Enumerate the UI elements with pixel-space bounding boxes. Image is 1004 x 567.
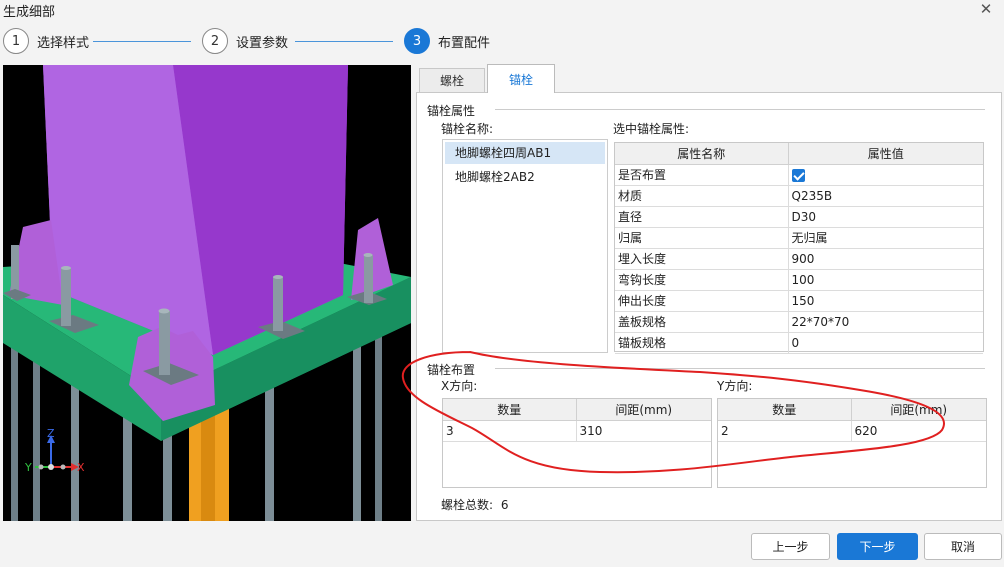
- list-item[interactable]: 地脚螺栓2AB2: [445, 166, 605, 188]
- next-step-button[interactable]: 下一步: [837, 533, 918, 560]
- group-divider: [495, 368, 985, 369]
- step-1: 1 选择样式: [3, 28, 89, 54]
- model-render: Z X Y: [3, 65, 411, 521]
- step-indicator: 1 选择样式 2 设置参数 3 布置配件: [0, 28, 1004, 58]
- anchor-rod: [375, 320, 382, 521]
- bolt-total-label: 螺栓总数:: [441, 498, 494, 512]
- x-direction-label: X方向:: [441, 379, 478, 393]
- property-value[interactable]: 22*70*70: [788, 311, 983, 333]
- property-value[interactable]: 无归属: [788, 227, 983, 249]
- property-name: 是否布置: [615, 164, 789, 186]
- anchor-name-list[interactable]: 地脚螺栓四周AB1 地脚螺栓2AB2: [442, 139, 608, 353]
- bolt-total-value: 6: [500, 498, 509, 512]
- property-value[interactable]: 900: [788, 248, 983, 270]
- property-name: 伸出长度: [615, 290, 789, 312]
- tab-anchor-bolt[interactable]: 锚栓: [487, 64, 555, 93]
- property-value[interactable]: D30: [788, 206, 983, 228]
- 3d-viewport[interactable]: Z X Y: [3, 65, 411, 521]
- step-connector: [295, 41, 393, 42]
- property-name: 弯钩长度: [615, 269, 789, 291]
- list-item[interactable]: 地脚螺栓四周AB1: [445, 142, 605, 164]
- cancel-button[interactable]: 取消: [924, 533, 1002, 560]
- y-spacing-cell[interactable]: 620: [851, 420, 986, 442]
- table-row: 盖板规格 22*70*70: [615, 311, 983, 333]
- title-bar: 生成细部 ✕: [0, 0, 1004, 24]
- y-direction-label: Y方向:: [717, 379, 753, 393]
- property-name: 埋入长度: [615, 248, 789, 270]
- table-row: 是否布置: [615, 164, 983, 186]
- bolt-total: 螺栓总数: 6: [441, 496, 509, 513]
- x-direction-grid: 数量 间距(mm) 3 310: [442, 398, 712, 488]
- anchor-rod: [353, 330, 361, 521]
- selected-props-label: 选中锚栓属性:: [613, 122, 690, 136]
- column-header: 属性值: [788, 143, 983, 165]
- property-value[interactable]: 150: [788, 290, 983, 312]
- table-row: 弯钩长度 100: [615, 269, 983, 291]
- table-row: 2 620: [718, 420, 986, 442]
- axis-x-label: X: [77, 461, 85, 474]
- property-name: 锚板规格: [615, 332, 789, 354]
- table-row: 材质 Q235B: [615, 185, 983, 207]
- column-header: 数量: [443, 399, 577, 421]
- step-2-label: 设置参数: [236, 35, 289, 51]
- axis-z-label: Z: [47, 427, 55, 440]
- window-title: 生成细部: [3, 5, 56, 20]
- step-3-number: 3: [404, 28, 430, 54]
- tab-bolt[interactable]: 螺栓: [419, 68, 485, 92]
- table-row: 3 310: [443, 420, 711, 442]
- property-name: 材质: [615, 185, 789, 207]
- step-2: 2 设置参数: [202, 28, 288, 54]
- property-name: 归属: [615, 227, 789, 249]
- tab-bar: 螺栓 锚栓: [416, 64, 1002, 93]
- property-value[interactable]: 100: [788, 269, 983, 291]
- settings-panel: 螺栓 锚栓 锚栓属性 锚栓名称: 选中锚栓属性: 地脚螺栓四周AB1 地脚螺栓2…: [416, 64, 1002, 521]
- tab-content: 锚栓属性 锚栓名称: 选中锚栓属性: 地脚螺栓四周AB1 地脚螺栓2AB2 属性…: [416, 92, 1002, 521]
- property-name: 直径: [615, 206, 789, 228]
- group-divider: [495, 109, 985, 110]
- step-1-label: 选择样式: [37, 35, 90, 51]
- y-direction-grid: 数量 间距(mm) 2 620: [717, 398, 987, 488]
- x-count-cell[interactable]: 3: [443, 420, 577, 442]
- step-3-label: 布置配件: [438, 35, 491, 51]
- table-row: 伸出长度 150: [615, 290, 983, 312]
- step-2-number: 2: [202, 28, 228, 54]
- table-row: 直径 D30: [615, 206, 983, 228]
- property-grid: 属性名称 属性值 是否布置 材质 Q235B 直径 D30 归属 无归属 埋入长…: [614, 142, 984, 354]
- axis-y-label: Y: [24, 461, 32, 474]
- property-value-cell[interactable]: [788, 164, 983, 186]
- column-header: 间距(mm): [576, 399, 711, 421]
- property-name: 盖板规格: [615, 311, 789, 333]
- anchor-name-label: 锚栓名称:: [441, 122, 494, 136]
- property-value[interactable]: 0: [788, 332, 983, 354]
- column-header: 间距(mm): [851, 399, 986, 421]
- column-header: 数量: [718, 399, 852, 421]
- step-1-number: 1: [3, 28, 29, 54]
- property-value[interactable]: Q235B: [788, 185, 983, 207]
- table-row: 归属 无归属: [615, 227, 983, 249]
- anchor-layout-title: 锚栓布置: [427, 361, 476, 378]
- prev-step-button[interactable]: 上一步: [751, 533, 830, 560]
- table-row: 埋入长度 900: [615, 248, 983, 270]
- close-icon[interactable]: ✕: [976, 0, 996, 18]
- step-connector: [93, 41, 191, 42]
- x-spacing-cell[interactable]: 310: [576, 420, 711, 442]
- checkbox-checked[interactable]: [791, 168, 805, 182]
- step-3: 3 布置配件: [404, 28, 490, 54]
- table-row: 锚板规格 0: [615, 332, 983, 354]
- anchor-props-title: 锚栓属性: [427, 102, 476, 119]
- y-count-cell[interactable]: 2: [718, 420, 852, 442]
- column-header: 属性名称: [615, 143, 789, 165]
